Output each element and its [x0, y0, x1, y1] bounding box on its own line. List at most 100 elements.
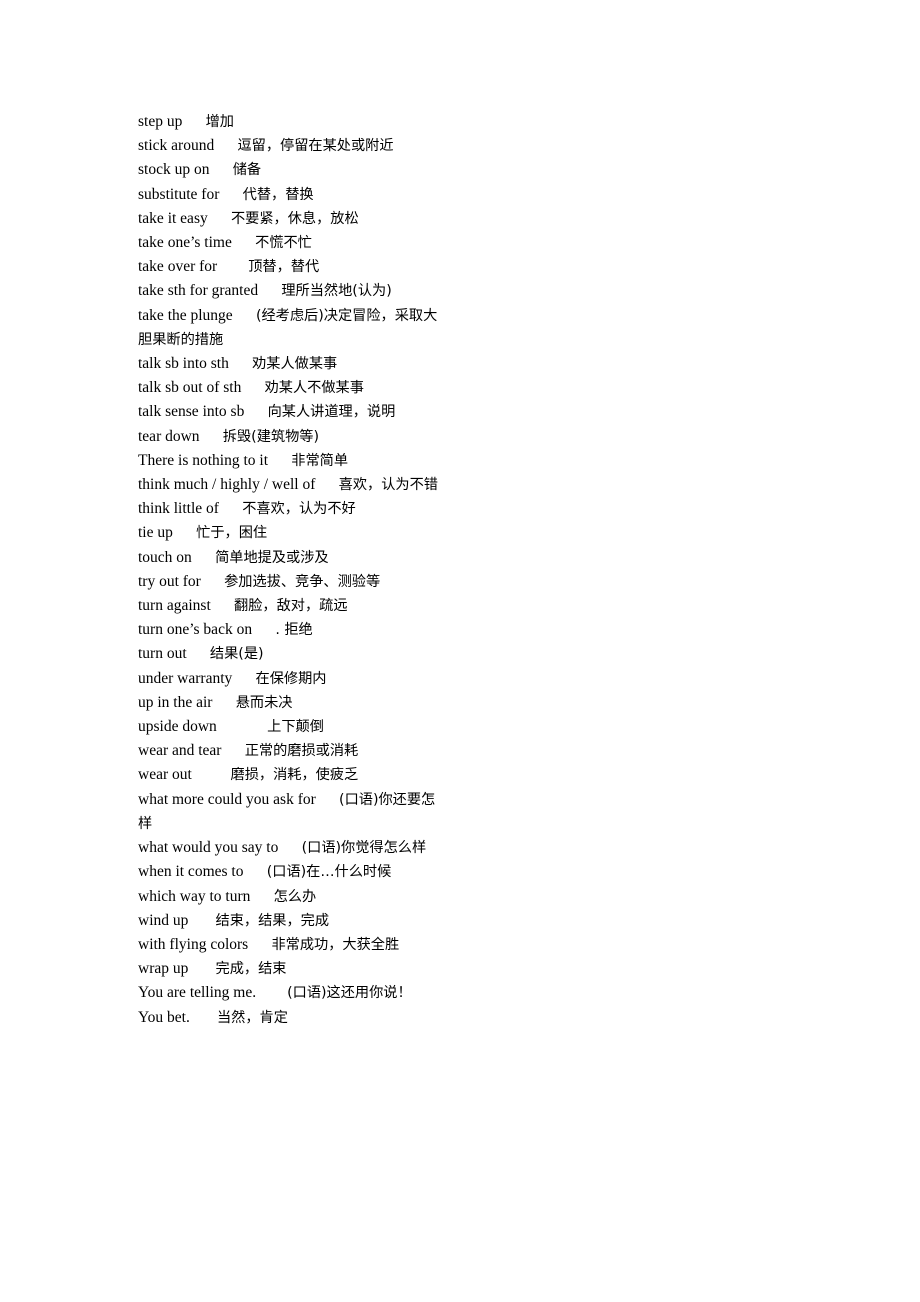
entry-gap [214, 137, 237, 154]
entry-gloss: 正常的磨损或消耗 [244, 743, 359, 760]
glossary-entry: turn one’s back on . 拒绝 [138, 618, 448, 642]
glossary-entry: under warranty 在保修期内 [138, 667, 448, 691]
entry-gloss: 逗留，停留在某处或附近 [237, 138, 394, 155]
glossary-entry: up in the air 悬而未决 [138, 691, 448, 715]
entry-gloss: (口语)在…什么时候 [266, 864, 392, 881]
entry-term: substitute for [138, 185, 220, 203]
entry-gap [316, 791, 339, 808]
entry-term: what would you say to [138, 839, 279, 857]
entry-gap [232, 234, 255, 251]
glossary-entry: when it comes to (口语)在…什么时候 [138, 860, 448, 884]
glossary-entry: wear and tear 正常的磨损或消耗 [138, 739, 448, 763]
entry-term: turn one’s back on [138, 621, 253, 639]
entry-term: stock up on [138, 161, 210, 179]
entry-gap [173, 524, 196, 541]
entry-gap [209, 161, 232, 178]
glossary-entry: wind up 结束，结果，完成 [138, 909, 448, 933]
entry-gloss: 悬而未决 [235, 694, 293, 711]
glossary-entry: with flying colors 非常成功，大获全胜 [138, 933, 448, 957]
entry-term: turn against [138, 597, 211, 615]
entry-term: stick around [138, 137, 215, 155]
entry-gap [244, 403, 267, 420]
entry-gap [217, 258, 248, 275]
glossary-entry: tie up 忙于，困住 [138, 521, 448, 545]
glossary-list: step up 增加 stick around 逗留，停留在某处或附近 stock … [138, 110, 448, 1030]
glossary-entry: touch on 简单地提及或涉及 [138, 546, 448, 570]
glossary-entry: stock up on 储备 [138, 158, 448, 182]
entry-gap [217, 718, 267, 735]
entry-gloss: 上下颠倒 [267, 719, 324, 736]
entry-term: when it comes to [138, 863, 244, 881]
entry-gap [188, 912, 215, 929]
glossary-entry: take the plunge (经考虑后)决定冒险，采取大胆果断的措施 [138, 304, 448, 352]
entry-gap [208, 210, 231, 227]
entry-gloss: 顶替，替代 [248, 259, 320, 276]
glossary-entry: think much / highly / well of 喜欢，认为不错 [138, 473, 448, 497]
entry-gloss: 劝某人做某事 [252, 356, 338, 373]
entry-gloss: 忙于，困住 [196, 525, 268, 542]
entry-gloss: 不喜欢，认为不好 [242, 501, 356, 518]
glossary-entry: think little of 不喜欢，认为不好 [138, 497, 448, 521]
entry-term: You are telling me. [138, 984, 257, 1002]
entry-gap [278, 839, 301, 856]
glossary-entry: take it easy 不要紧，休息，放松 [138, 207, 448, 231]
entry-gloss: 增加 [205, 114, 234, 130]
entry-term: tear down [138, 427, 200, 445]
entry-term: think little of [138, 500, 219, 518]
entry-term: turn out [138, 645, 187, 663]
entry-gap [192, 549, 215, 566]
entry-term: upside down [138, 718, 217, 736]
glossary-entry: step up 增加 [138, 110, 448, 134]
entry-gap [188, 960, 215, 977]
entry-gloss: 劝某人不做某事 [264, 380, 364, 397]
glossary-entry: take one’s time 不慌不忙 [138, 231, 448, 255]
entry-term: which way to turn [138, 887, 251, 905]
entry-gap [221, 742, 244, 759]
glossary-entry: You bet. 当然，肯定 [138, 1006, 448, 1030]
entry-gap [219, 500, 242, 517]
entry-gloss: 怎么办 [273, 888, 317, 905]
entry-gloss: 喜欢，认为不错 [338, 477, 438, 494]
glossary-entry: wear out 磨损，消耗，使疲乏 [138, 763, 448, 787]
entry-term: wear out [138, 766, 192, 784]
entry-term: take one’s time [138, 234, 232, 252]
entry-term: talk sense into sb [138, 403, 245, 421]
glossary-entry: talk sense into sb 向某人讲道理，说明 [138, 400, 448, 424]
entry-term: wind up [138, 911, 189, 929]
entry-term: talk sb out of sth [138, 379, 242, 397]
entry-gap [315, 476, 338, 493]
entry-term: wrap up [138, 960, 189, 978]
entry-gap [200, 428, 223, 445]
entry-gap [212, 694, 235, 711]
entry-gap [219, 186, 242, 203]
entry-gap [229, 355, 252, 372]
entry-gap [201, 573, 224, 590]
glossary-entry: talk sb into sth 劝某人做某事 [138, 352, 448, 376]
entry-gloss: (口语)你觉得怎么样 [301, 840, 427, 857]
entry-term: under warranty [138, 669, 233, 687]
entry-term: talk sb into sth [138, 355, 229, 373]
glossary-entry: You are telling me. (口语)这还用你说！ [138, 981, 448, 1005]
entry-gloss: 拆毁(建筑物等) [222, 428, 319, 445]
entry-term: try out for [138, 572, 201, 590]
entry-gloss: 理所当然地(认为) [281, 283, 392, 300]
entry-gap [252, 621, 275, 638]
entry-gap [258, 282, 281, 299]
entry-gloss: 完成，结束 [215, 961, 287, 978]
entry-gloss: 储备 [232, 162, 262, 179]
entry-gloss: 非常简单 [291, 452, 349, 469]
entry-gloss: 在保修期内 [255, 670, 327, 687]
entry-term: take over for [138, 258, 218, 276]
entry-term: think much / highly / well of [138, 476, 316, 494]
entry-gap [190, 1009, 217, 1026]
entry-term: with flying colors [138, 935, 249, 953]
entry-term: what more could you ask for [138, 790, 316, 808]
entry-gap [256, 984, 287, 1001]
glossary-entry: take sth for granted 理所当然地(认为) [138, 279, 448, 303]
glossary-entry: try out for 参加选拔、竞争、测验等 [138, 570, 448, 594]
glossary-entry: upside down 上下颠倒 [138, 715, 448, 739]
entry-gloss: 不要紧，休息，放松 [230, 210, 359, 227]
entry-gap [192, 766, 231, 783]
entry-gloss: 代替，替换 [242, 186, 314, 203]
entry-gloss: 不慌不忙 [255, 235, 312, 252]
